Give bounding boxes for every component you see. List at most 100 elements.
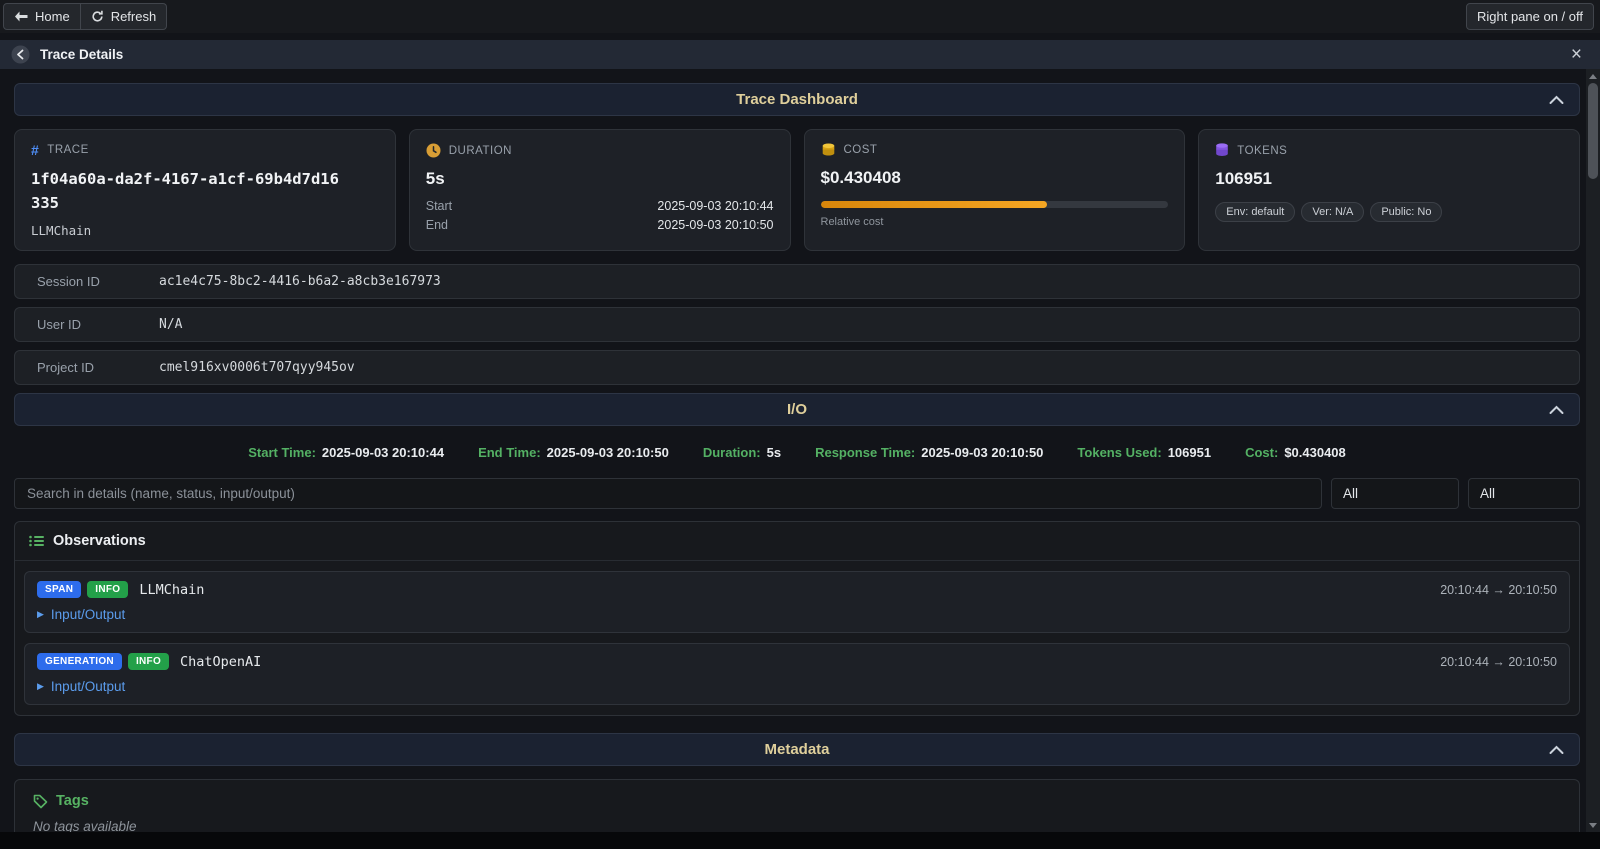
- trace-details-header: Trace Details ×: [0, 40, 1600, 69]
- search-input[interactable]: [14, 478, 1322, 509]
- home-button[interactable]: Home: [3, 3, 81, 30]
- stat-response-time: Response Time: 2025-09-03 20:10:50: [815, 445, 1043, 460]
- io-section-header[interactable]: I/O: [14, 393, 1580, 426]
- duration-value: 5s: [426, 169, 774, 189]
- observation-name: ChatOpenAI: [180, 654, 261, 670]
- input-output-toggle-label: Input/Output: [51, 679, 125, 694]
- home-button-label: Home: [35, 9, 70, 24]
- trace-id: 1f04a60a-da2f-4167-a1cf-69b4d7d16335: [31, 167, 343, 215]
- window-bottom-edge: [0, 832, 1600, 849]
- list-icon: [29, 535, 44, 547]
- version-badge: Ver: N/A: [1301, 202, 1364, 222]
- observation-row: SPAN INFO LLMChain 20:10:44 → 20:10:50 ▶…: [24, 571, 1570, 633]
- caret-right-icon: ▶: [37, 682, 44, 691]
- tokens-card-label: TOKENS: [1237, 145, 1287, 157]
- stat-cost-value: $0.430408: [1284, 445, 1345, 460]
- info-level-badge: INFO: [87, 581, 128, 598]
- right-pane-toggle-button[interactable]: Right pane on / off: [1466, 3, 1594, 30]
- trace-dashboard-section-header[interactable]: Trace Dashboard: [14, 83, 1580, 116]
- trace-card: # TRACE 1f04a60a-da2f-4167-a1cf-69b4d7d1…: [14, 129, 396, 251]
- io-search-row: All All: [14, 478, 1580, 509]
- status-filter-select[interactable]: All: [1468, 478, 1580, 509]
- stat-tokens-used: Tokens Used: 106951: [1077, 445, 1211, 460]
- hash-icon: #: [31, 143, 39, 157]
- user-id-row: User ID N/A: [14, 307, 1580, 342]
- vertical-scrollbar[interactable]: [1586, 69, 1600, 832]
- trace-name: LLMChain: [31, 223, 379, 238]
- trace-card-header: # TRACE: [31, 143, 379, 157]
- cost-card: COST $0.430408 Relative cost: [804, 129, 1186, 251]
- observations-title: Observations: [53, 533, 146, 549]
- dashboard-chevron-up-icon[interactable]: [1549, 95, 1564, 104]
- span-type-badge: SPAN: [37, 581, 81, 598]
- session-id-row: Session ID ac1e4c75-8bc2-4416-b6a2-a8cb3…: [14, 264, 1580, 299]
- generation-type-badge: GENERATION: [37, 653, 122, 670]
- stat-duration: Duration: 5s: [703, 445, 781, 460]
- duration-card-label: DURATION: [449, 145, 512, 157]
- tokens-value: 106951: [1215, 169, 1563, 189]
- cost-caption: Relative cost: [821, 216, 1169, 228]
- refresh-button-label: Refresh: [111, 9, 157, 24]
- observation-row-main: GENERATION INFO ChatOpenAI 20:10:44 → 20…: [37, 653, 1557, 670]
- header-left: Trace Details: [11, 45, 123, 64]
- env-badge: Env: default: [1215, 202, 1295, 222]
- tokens-card: TOKENS 106951 Env: default Ver: N/A Publ…: [1198, 129, 1580, 251]
- cost-card-header: COST: [821, 143, 1169, 157]
- scroll-down-icon[interactable]: [1586, 819, 1600, 831]
- stat-tokens-used-label: Tokens Used:: [1077, 445, 1161, 460]
- dashboard-cards: # TRACE 1f04a60a-da2f-4167-a1cf-69b4d7d1…: [14, 129, 1580, 251]
- metadata-section-header[interactable]: Metadata: [14, 733, 1580, 766]
- scrollbar-thumb[interactable]: [1588, 83, 1598, 179]
- tokens-badges: Env: default Ver: N/A Public: No: [1215, 202, 1563, 222]
- observation-row-main: SPAN INFO LLMChain 20:10:44 → 20:10:50: [37, 581, 1557, 598]
- cost-progress-track: [821, 201, 1169, 208]
- stat-response-time-value: 2025-09-03 20:10:50: [921, 445, 1043, 460]
- stat-duration-value: 5s: [767, 445, 781, 460]
- page-title: Trace Details: [40, 47, 123, 62]
- public-badge: Public: No: [1370, 202, 1442, 222]
- tokens-card-header: TOKENS: [1215, 143, 1563, 158]
- io-stats-row: Start Time: 2025-09-03 20:10:44 End Time…: [14, 439, 1580, 465]
- stat-start-time-value: 2025-09-03 20:10:44: [322, 445, 444, 460]
- start-label: Start: [426, 199, 452, 213]
- scroll-up-icon[interactable]: [1586, 70, 1600, 82]
- io-chevron-up-icon[interactable]: [1549, 405, 1564, 414]
- input-output-toggle[interactable]: ▶ Input/Output: [37, 607, 125, 622]
- stat-end-time-label: End Time:: [478, 445, 541, 460]
- input-output-toggle-label: Input/Output: [51, 607, 125, 622]
- cost-progress-fill: [821, 201, 1047, 208]
- cost-card-label: COST: [844, 144, 878, 156]
- session-id-value: ac1e4c75-8bc2-4416-b6a2-a8cb3e167973: [159, 274, 441, 289]
- user-id-label: User ID: [37, 317, 159, 332]
- close-icon[interactable]: ×: [1567, 45, 1586, 64]
- trace-card-label: TRACE: [47, 144, 88, 156]
- trace-dashboard-title: Trace Dashboard: [736, 91, 858, 108]
- coins-icon: [821, 143, 836, 157]
- observations-list: SPAN INFO LLMChain 20:10:44 → 20:10:50 ▶…: [15, 561, 1579, 715]
- observation-time-range: 20:10:44 → 20:10:50: [1440, 655, 1557, 669]
- observations-header: Observations: [15, 522, 1579, 561]
- clock-icon: [426, 143, 441, 158]
- stat-start-time: Start Time: 2025-09-03 20:10:44: [248, 445, 444, 460]
- input-output-toggle[interactable]: ▶ Input/Output: [37, 679, 125, 694]
- refresh-button[interactable]: Refresh: [81, 3, 168, 30]
- end-value: 2025-09-03 20:10:50: [657, 218, 773, 232]
- observation-name: LLMChain: [139, 582, 204, 598]
- cost-value: $0.430408: [821, 168, 1169, 188]
- caret-right-icon: ▶: [37, 610, 44, 619]
- back-circle-icon[interactable]: [11, 45, 30, 64]
- tag-icon: [33, 794, 48, 809]
- refresh-icon: [91, 10, 104, 23]
- session-id-label: Session ID: [37, 274, 159, 289]
- duration-card: DURATION 5s Start 2025-09-03 20:10:44 En…: [409, 129, 791, 251]
- tags-title-label: Tags: [56, 793, 89, 809]
- info-level-badge: INFO: [128, 653, 169, 670]
- main-content: Trace Dashboard # TRACE 1f04a60a-da2f-41…: [0, 69, 1600, 849]
- metadata-chevron-up-icon[interactable]: [1549, 745, 1564, 754]
- metadata-title: Metadata: [764, 741, 829, 758]
- stat-tokens-used-value: 106951: [1168, 445, 1211, 460]
- duration-card-header: DURATION: [426, 143, 774, 158]
- type-filter-select[interactable]: All: [1331, 478, 1459, 509]
- end-row: End 2025-09-03 20:10:50: [426, 218, 774, 232]
- stat-cost: Cost: $0.430408: [1245, 445, 1346, 460]
